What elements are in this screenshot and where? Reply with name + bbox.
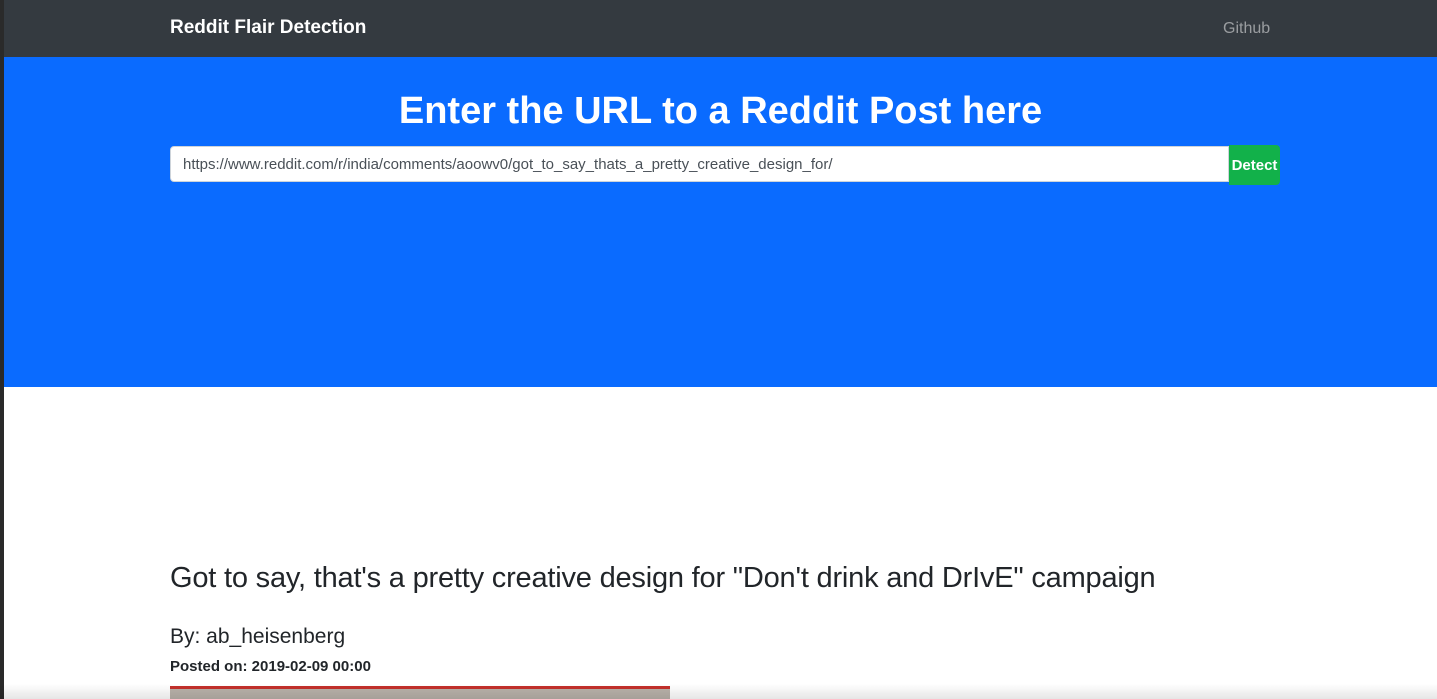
hero-section: Enter the URL to a Reddit Post here Dete… xyxy=(4,57,1437,387)
detect-button[interactable]: Detect xyxy=(1229,145,1280,185)
navbar: Reddit Flair Detection Github xyxy=(4,0,1437,57)
page: Reddit Flair Detection Github Enter the … xyxy=(0,0,1437,699)
hero-title: Enter the URL to a Reddit Post here xyxy=(398,90,1043,132)
post-date: Posted on: 2019-02-09 00:00 xyxy=(170,658,371,675)
post-image xyxy=(170,686,670,699)
post-author: By: ab_heisenberg xyxy=(170,625,346,648)
github-link[interactable]: Github xyxy=(1223,20,1270,38)
navbar-brand[interactable]: Reddit Flair Detection xyxy=(170,17,366,39)
post-title: Got to say, that's a pretty creative des… xyxy=(170,562,1156,594)
url-input[interactable] xyxy=(170,146,1229,182)
